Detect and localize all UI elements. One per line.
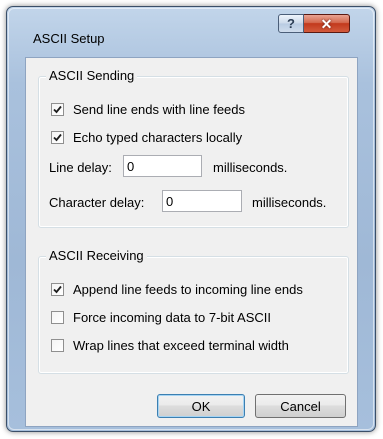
ascii-sending-legend: ASCII Sending xyxy=(46,68,138,84)
dialog-client-area: ASCII Sending Send line ends with line f… xyxy=(25,57,358,427)
help-button[interactable]: ? xyxy=(278,14,304,33)
close-icon: ✕ xyxy=(320,15,333,32)
checkmark-icon xyxy=(53,105,62,114)
help-icon: ? xyxy=(287,16,295,31)
force-7bit-label: Force incoming data to 7-bit ASCII xyxy=(73,310,271,325)
cancel-button[interactable]: Cancel xyxy=(255,394,346,418)
ascii-sending-group: ASCII Sending Send line ends with line f… xyxy=(38,68,349,228)
append-line-feeds-row[interactable]: Append line feeds to incoming line ends xyxy=(51,282,303,297)
wrap-lines-row[interactable]: Wrap lines that exceed terminal width xyxy=(51,338,289,353)
window-title: ASCII Setup xyxy=(33,31,105,46)
checkmark-icon xyxy=(53,133,62,142)
checkmark-icon xyxy=(53,285,62,294)
append-line-feeds-checkbox[interactable] xyxy=(51,283,64,296)
echo-typed-row[interactable]: Echo typed characters locally xyxy=(51,130,242,145)
ascii-receiving-legend: ASCII Receiving xyxy=(46,248,147,264)
wrap-lines-label: Wrap lines that exceed terminal width xyxy=(73,338,289,353)
wrap-lines-checkbox[interactable] xyxy=(51,339,64,352)
echo-typed-checkbox[interactable] xyxy=(51,131,64,144)
ok-button[interactable]: OK xyxy=(157,394,245,418)
line-delay-unit: milliseconds. xyxy=(213,160,288,175)
dialog-window: ASCII Setup ? ✕ ASCII Sending Send line … xyxy=(6,6,376,432)
echo-typed-label: Echo typed characters locally xyxy=(73,130,243,145)
line-delay-input[interactable] xyxy=(123,155,202,177)
character-delay-label: Character delay: xyxy=(49,195,145,210)
close-button[interactable]: ✕ xyxy=(304,14,350,33)
character-delay-unit: milliseconds. xyxy=(252,195,327,210)
ascii-receiving-group: ASCII Receiving Append line feeds to inc… xyxy=(38,248,349,374)
force-7bit-checkbox[interactable] xyxy=(51,311,64,324)
force-7bit-row[interactable]: Force incoming data to 7-bit ASCII xyxy=(51,310,271,325)
send-line-ends-label: Send line ends with line feeds xyxy=(73,102,246,117)
character-delay-input[interactable] xyxy=(162,190,242,212)
append-line-feeds-label: Append line feeds to incoming line ends xyxy=(73,282,303,297)
send-line-ends-row[interactable]: Send line ends with line feeds xyxy=(51,102,245,117)
send-line-ends-checkbox[interactable] xyxy=(51,103,64,116)
line-delay-label: Line delay: xyxy=(49,160,112,175)
